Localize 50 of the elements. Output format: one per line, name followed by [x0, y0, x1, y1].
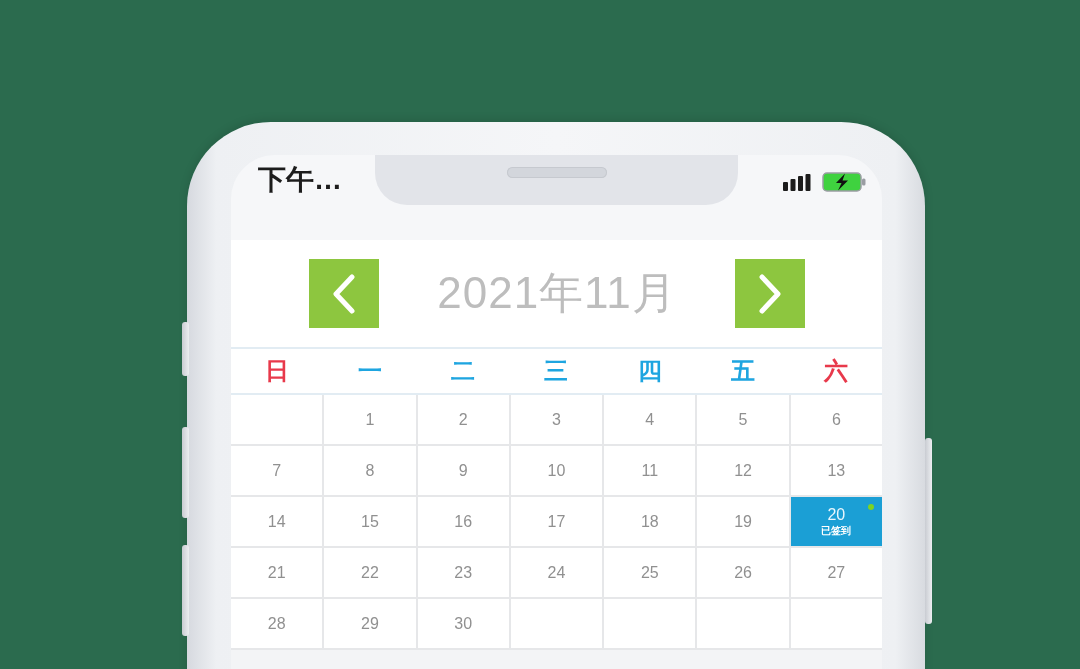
day-cell[interactable]: 5: [697, 395, 789, 444]
day-cell[interactable]: 2: [417, 395, 509, 444]
day-cell[interactable]: 22: [324, 548, 416, 597]
day-cell[interactable]: 9: [417, 446, 509, 495]
day-cell[interactable]: 18: [604, 497, 696, 546]
weekday-label: 六: [824, 357, 849, 385]
phone-side-button[interactable]: [182, 427, 189, 518]
day-cell[interactable]: 6: [790, 395, 882, 444]
day-cell[interactable]: 4: [604, 395, 696, 444]
day-cell[interactable]: 10: [510, 446, 603, 495]
day-cell[interactable]: 13: [790, 446, 882, 495]
phone-side-button[interactable]: [925, 438, 932, 624]
weekday-label: 一: [357, 357, 382, 385]
chevron-right-icon: [757, 273, 783, 314]
day-cell[interactable]: 26: [697, 548, 789, 597]
day-cell[interactable]: 27: [790, 548, 882, 597]
phone-side-button[interactable]: [182, 545, 189, 636]
battery-charging-icon: [822, 172, 866, 192]
day-cell[interactable]: 21: [231, 548, 323, 597]
weekday-label: 日: [264, 357, 289, 385]
day-cell[interactable]: 16: [417, 497, 509, 546]
day-cell[interactable]: 28: [231, 599, 323, 648]
day-cell[interactable]: 24: [510, 548, 603, 597]
day-cell[interactable]: 7: [231, 446, 323, 495]
day-cell[interactable]: 20 已签到: [790, 497, 882, 546]
day-cell[interactable]: 30: [417, 599, 509, 648]
weekday-label: 二: [451, 357, 476, 385]
day-cell[interactable]: 25: [604, 548, 696, 597]
phone-side-button[interactable]: [182, 322, 189, 376]
signal-icon: [783, 173, 811, 191]
day-cell[interactable]: 3: [510, 395, 603, 444]
weekday-label: 五: [731, 357, 756, 385]
day-cell[interactable]: 15: [324, 497, 416, 546]
day-cell[interactable]: 11: [604, 446, 696, 495]
day-cell[interactable]: 1: [324, 395, 416, 444]
month-title: 2021年11月: [437, 267, 677, 319]
day-cell[interactable]: 17: [510, 497, 603, 546]
day-cell[interactable]: 14: [231, 497, 323, 546]
day-cell[interactable]: 19: [697, 497, 789, 546]
weekday-label: 四: [637, 357, 662, 385]
chevron-left-icon: [331, 273, 357, 314]
day-cell[interactable]: 8: [324, 446, 416, 495]
previous-month-button[interactable]: [309, 259, 379, 328]
weekday-label: 三: [544, 357, 569, 385]
day-cell[interactable]: 12: [697, 446, 789, 495]
status-time: 下午…: [258, 163, 342, 197]
next-month-button[interactable]: [735, 259, 805, 328]
day-cell[interactable]: 29: [324, 599, 416, 648]
day-cell[interactable]: 23: [417, 548, 509, 597]
day-note: 已签到: [821, 525, 852, 537]
